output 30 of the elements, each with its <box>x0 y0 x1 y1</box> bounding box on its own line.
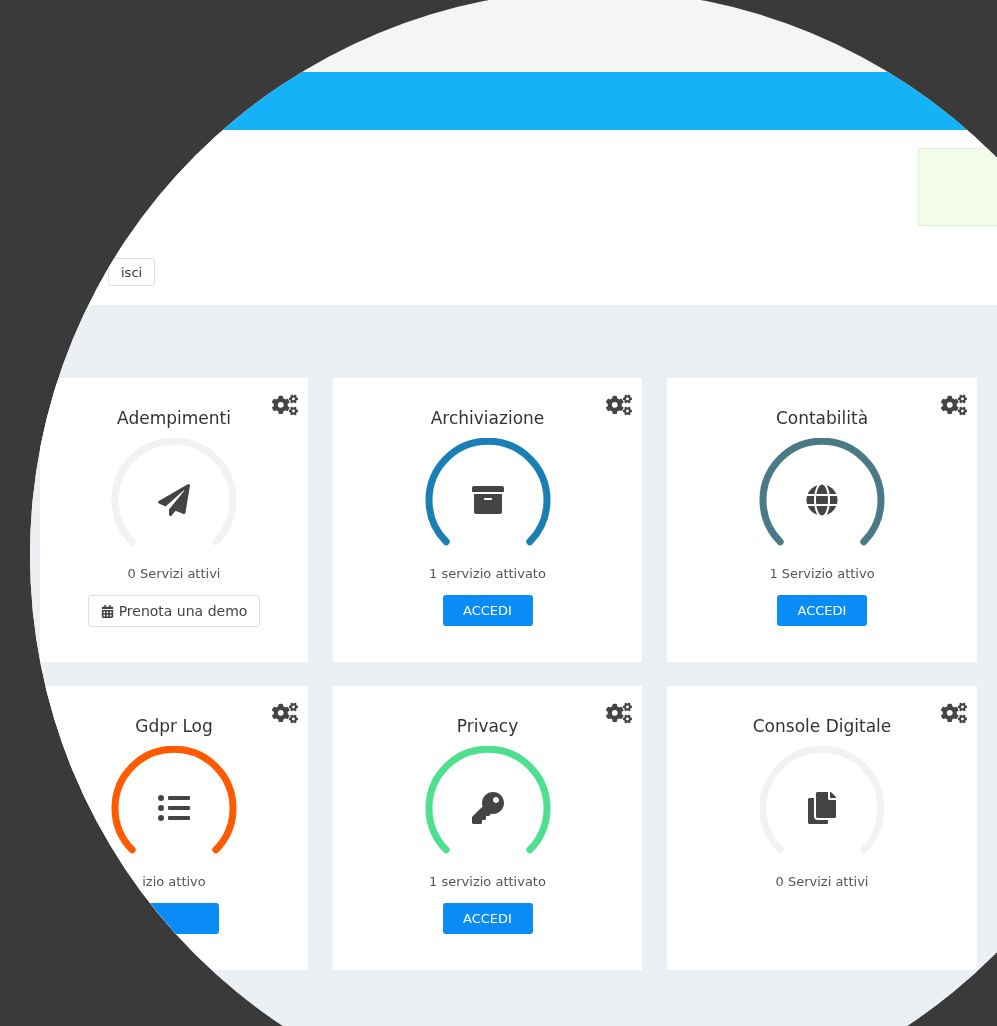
card-title: Archiviazione <box>430 408 545 428</box>
access-button[interactable]: ACCEDI <box>442 595 533 626</box>
status-text: 1 Servizio attivo <box>769 566 875 581</box>
settings-icon[interactable] <box>606 394 632 416</box>
calendar-icon <box>100 604 114 618</box>
status-text: 0 Servizi attivi <box>775 874 869 889</box>
status-text: 1 servizio attivato <box>429 874 546 889</box>
key-icon <box>471 792 504 824</box>
globe-icon <box>806 484 838 516</box>
card-title: Contabilità <box>775 408 869 428</box>
status-text: 1 servizio attivato <box>429 566 546 581</box>
settings-icon[interactable] <box>272 702 298 724</box>
card-title: Privacy <box>456 716 519 736</box>
settings-icon[interactable] <box>941 702 967 724</box>
documents-icon <box>808 792 836 824</box>
paper-plane-icon <box>158 484 190 516</box>
list-icon <box>158 795 190 821</box>
access-button[interactable]: ACCEDI <box>777 595 867 626</box>
settings-icon[interactable] <box>941 394 967 416</box>
card-title: Adempimenti <box>117 408 231 428</box>
archive-box-icon <box>471 486 504 514</box>
card-title: Console Digitale <box>752 716 892 736</box>
header-button[interactable]: isci <box>108 258 156 286</box>
demo-button[interactable]: Prenota una demo <box>87 595 261 627</box>
card-title: Gdpr Log <box>135 716 213 736</box>
access-button[interactable]: ACCEDI <box>442 903 533 934</box>
settings-icon[interactable] <box>606 702 632 724</box>
status-text: izio attivo <box>142 874 206 889</box>
status-text: 0 Servizi attivi <box>127 566 221 581</box>
settings-icon[interactable] <box>272 394 298 416</box>
